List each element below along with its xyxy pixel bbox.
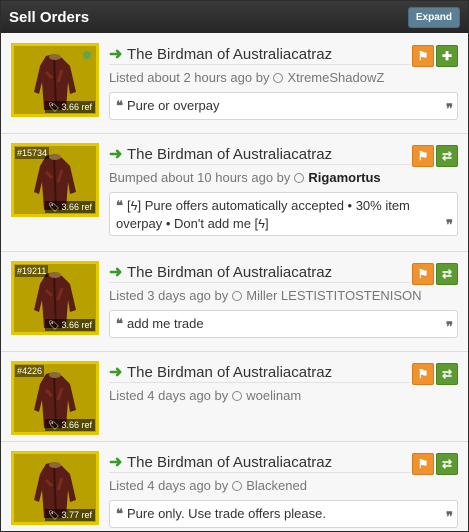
item-price: 🏷 3.66 ref <box>45 201 95 213</box>
comment-text: [ϟ] Pure offers automatically accepted •… <box>116 198 410 231</box>
item-icon[interactable]: #15734 🏷 3.66 ref <box>11 143 99 217</box>
meta-text: Listed 3 days ago by <box>109 288 229 303</box>
tag-icon: 🏷 <box>48 320 60 330</box>
meta-text: Listed 4 days ago by <box>109 388 229 403</box>
quote-close-icon: ❞ <box>446 102 453 117</box>
user-status-icon <box>232 290 243 301</box>
item-name-link[interactable]: The Birdman of Australiacatraz <box>127 146 332 163</box>
user-status-icon <box>232 480 243 491</box>
user-link[interactable]: Rigamortus <box>308 170 380 185</box>
order-row: 🏷 3.77 ref ➜ The Birdman of Australiacatr… <box>1 441 468 531</box>
item-price: 🏷 3.77 ref <box>45 509 95 521</box>
panel-title: Sell Orders <box>9 8 90 26</box>
item-name-link[interactable]: The Birdman of Australiacatraz <box>127 264 332 281</box>
panel-header: Sell Orders Expand <box>1 1 468 33</box>
quote-close-icon: ❞ <box>446 218 453 233</box>
order-comment: ❝ add me trade ❞ <box>109 310 458 338</box>
tag-icon: 🏷 <box>48 420 60 430</box>
item-title-row: ➜ The Birdman of Australiacatraz <box>109 45 410 65</box>
item-price: 🏷 3.66 ref <box>45 319 95 331</box>
item-id-badge: #15734 <box>15 147 50 159</box>
item-title-row: ➜ The Birdman of Australiacatraz <box>109 363 410 383</box>
item-icon[interactable]: #19211 🏷 3.66 ref <box>11 261 99 335</box>
trade-button[interactable]: ⇄ <box>436 263 458 285</box>
flag-button[interactable]: ⚑ <box>412 263 434 285</box>
comment-text: Pure only. Use trade offers please. <box>127 506 326 521</box>
item-price: 🏷 3.66 ref <box>45 101 95 113</box>
item-title-row: ➜ The Birdman of Australiacatraz <box>109 453 410 473</box>
item-name-link[interactable]: The Birdman of Australiacatraz <box>127 454 332 471</box>
order-row: #19211 🏷 3.66 ref ➜ The Birdman of Austra… <box>1 251 468 351</box>
tag-icon: 🏷 <box>48 510 60 520</box>
order-comment: ❝ [ϟ] Pure offers automatically accepted … <box>109 192 458 236</box>
meta-text: Listed about 2 hours ago by <box>109 70 270 85</box>
meta-text: Bumped about 10 hours ago by <box>109 170 291 185</box>
order-actions: ⚑ ✚ <box>412 45 458 67</box>
order-row: #15734 🏷 3.66 ref ➜ The Birdman of Austra… <box>1 133 468 251</box>
order-meta: Listed 3 days ago by Miller LESTISTITOST… <box>109 288 422 303</box>
order-meta: Bumped about 10 hours ago by Rigamortus <box>109 170 381 185</box>
order-actions: ⚑ ⇄ <box>412 145 458 167</box>
quote-open-icon: ❝ <box>116 99 123 114</box>
trade-button[interactable]: ⇄ <box>436 453 458 475</box>
order-actions: ⚑ ⇄ <box>412 263 458 285</box>
order-comment: ❝ Pure or overpay ❞ <box>109 92 458 120</box>
comment-text: add me trade <box>127 316 204 331</box>
user-link[interactable]: woelinam <box>246 388 301 403</box>
arrow-right-icon: ➜ <box>109 453 123 471</box>
quote-close-icon: ❞ <box>446 320 453 335</box>
expand-button[interactable]: Expand <box>407 6 460 28</box>
item-icon[interactable]: 🏷 3.66 ref <box>11 43 99 117</box>
quote-open-icon: ❝ <box>116 507 123 522</box>
arrow-right-icon: ➜ <box>109 263 123 281</box>
trade-button[interactable]: ⇄ <box>436 145 458 167</box>
order-actions: ⚑ ⇄ <box>412 363 458 385</box>
quote-close-icon: ❞ <box>446 510 453 525</box>
order-meta: Listed 4 days ago by woelinam <box>109 388 301 403</box>
tag-icon: 🏷 <box>48 102 60 112</box>
tag-icon: 🏷 <box>48 202 60 212</box>
flag-button[interactable]: ⚑ <box>412 363 434 385</box>
item-title-row: ➜ The Birdman of Australiacatraz <box>109 263 410 283</box>
item-name-link[interactable]: The Birdman of Australiacatraz <box>127 46 332 63</box>
add-button[interactable]: ✚ <box>436 45 458 67</box>
order-meta: Listed about 2 hours ago by XtremeShadow… <box>109 70 384 85</box>
user-status-icon <box>294 172 305 183</box>
order-comment: ❝ Pure only. Use trade offers please. ❞ <box>109 500 458 528</box>
item-id-badge: #19211 <box>15 265 49 277</box>
flag-button[interactable]: ⚑ <box>412 145 434 167</box>
comment-text: Pure or overpay <box>127 98 220 113</box>
user-link[interactable]: Blackened <box>246 478 307 493</box>
arrow-right-icon: ➜ <box>109 145 123 163</box>
order-row: #4226 🏷 3.66 ref ➜ The Birdman of Austral… <box>1 351 468 441</box>
user-link[interactable]: Miller LESTISTITOSTENISON <box>246 288 421 303</box>
meta-text: Listed 4 days ago by <box>109 478 229 493</box>
status-dot <box>83 51 91 59</box>
user-status-icon <box>273 72 284 83</box>
arrow-right-icon: ➜ <box>109 363 123 381</box>
arrow-right-icon: ➜ <box>109 45 123 63</box>
user-link[interactable]: XtremeShadowZ <box>287 70 384 85</box>
flag-button[interactable]: ⚑ <box>412 45 434 67</box>
order-actions: ⚑ ⇄ <box>412 453 458 475</box>
quote-open-icon: ❝ <box>116 199 123 214</box>
item-name-link[interactable]: The Birdman of Australiacatraz <box>127 364 332 381</box>
item-title-row: ➜ The Birdman of Australiacatraz <box>109 145 410 165</box>
user-status-icon <box>232 390 243 401</box>
item-icon[interactable]: #4226 🏷 3.66 ref <box>11 361 99 435</box>
item-price: 🏷 3.66 ref <box>45 419 95 431</box>
trade-button[interactable]: ⇄ <box>436 363 458 385</box>
flag-button[interactable]: ⚑ <box>412 453 434 475</box>
quote-open-icon: ❝ <box>116 317 123 332</box>
item-id-badge: #4226 <box>15 365 45 377</box>
sell-orders-panel: Sell Orders Expand 🏷 3.66 ref ➜ The Birdm… <box>0 0 469 532</box>
item-icon[interactable]: 🏷 3.77 ref <box>11 451 99 525</box>
order-row: 🏷 3.66 ref ➜ The Birdman of Australiacatr… <box>1 33 468 133</box>
order-meta: Listed 4 days ago by Blackened <box>109 478 307 493</box>
